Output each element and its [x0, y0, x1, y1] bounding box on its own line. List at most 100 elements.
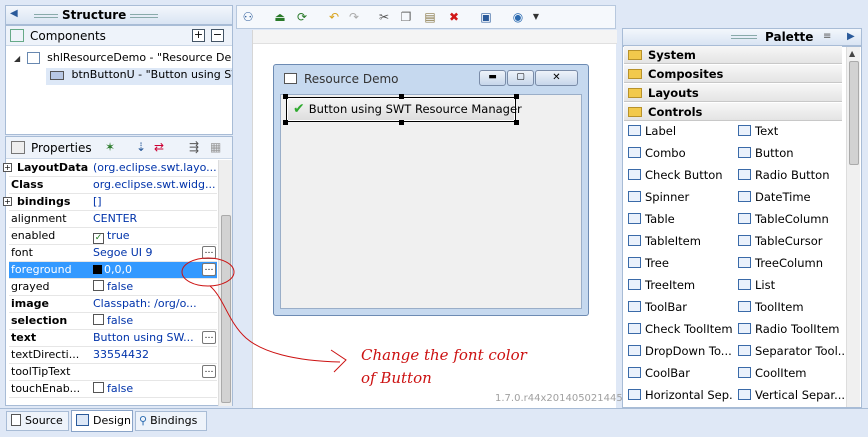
scroll-thumb[interactable]: [849, 61, 859, 165]
widget-icon: [628, 279, 641, 290]
grip-icon: [731, 35, 757, 39]
palette-item-label: TableColumn: [755, 212, 829, 226]
palette-item[interactable]: Check ToolItem: [628, 318, 734, 340]
palette-item[interactable]: TreeItem: [628, 274, 734, 296]
widget-icon: [738, 279, 751, 290]
palette-scrollbar[interactable]: ▲: [846, 47, 860, 407]
palette-item[interactable]: Horizontal Sep...: [628, 384, 734, 406]
palette-item-label: TableItem: [645, 234, 701, 248]
palette-item[interactable]: ToolItem: [738, 296, 844, 318]
tab-label: Design: [93, 414, 131, 427]
palette-item-label: Check ToolItem: [645, 322, 733, 336]
annotation-line: of Button: [361, 369, 432, 387]
annotation-line: Change the font color: [361, 346, 527, 364]
palette-item[interactable]: Vertical Separ...: [738, 384, 844, 406]
widget-icon: [738, 389, 751, 400]
collapse-right-icon[interactable]: ▶: [847, 31, 855, 42]
palette-item-label: DropDown To...: [645, 344, 732, 358]
palette-item[interactable]: TableColumn: [738, 208, 844, 230]
palette-item-label: TreeColumn: [755, 256, 824, 270]
widget-icon: [738, 301, 751, 312]
source-icon: [11, 414, 21, 426]
widget-icon: [628, 213, 641, 224]
category-label: Composites: [648, 67, 724, 81]
palette-item[interactable]: DateTime: [738, 186, 844, 208]
palette-item[interactable]: Check Button: [628, 164, 734, 186]
widget-icon: [738, 323, 751, 334]
widget-icon: [628, 389, 641, 400]
palette-item-label: TableCursor: [755, 234, 823, 248]
palette-item-label: Spinner: [645, 190, 690, 204]
palette-item-label: Combo: [645, 146, 686, 160]
palette-item-label: List: [755, 278, 776, 292]
palette-title: Palette: [765, 30, 814, 44]
widget-icon: [628, 191, 641, 202]
widget-icon: [628, 125, 641, 136]
widget-icon: [628, 169, 641, 180]
palette-item[interactable]: TableCursor: [738, 230, 844, 252]
palette-item-label: CoolItem: [755, 366, 807, 380]
folder-icon: [628, 50, 642, 60]
widget-icon: [738, 191, 751, 202]
design-icon: [76, 414, 89, 426]
folder-icon: [628, 107, 642, 117]
palette-item-label: TreeItem: [645, 278, 696, 292]
widget-icon: [628, 235, 641, 246]
widget-icon: [628, 345, 641, 356]
widget-icon: [628, 257, 641, 268]
widget-icon: [628, 367, 641, 378]
tab-source[interactable]: Source: [6, 411, 69, 431]
palette-menu-icon[interactable]: ≡: [823, 31, 831, 42]
palette-item[interactable]: DropDown To...: [628, 340, 734, 362]
palette-category-system[interactable]: System: [624, 46, 842, 64]
widget-icon: [738, 345, 751, 356]
palette-item[interactable]: TreeColumn: [738, 252, 844, 274]
palette-item-label: Text: [755, 124, 779, 138]
widget-icon: [738, 257, 751, 268]
palette-item[interactable]: Label: [628, 120, 734, 142]
callout-arrow: [209, 285, 341, 363]
palette-item[interactable]: Table: [628, 208, 734, 230]
palette-item[interactable]: Spinner: [628, 186, 734, 208]
widget-icon: [738, 147, 751, 158]
tab-design[interactable]: Design: [71, 410, 133, 432]
palette-item[interactable]: Button: [738, 142, 844, 164]
palette-item-label: Table: [645, 212, 675, 226]
palette-category-controls[interactable]: Controls: [624, 103, 842, 121]
palette-item[interactable]: Combo: [628, 142, 734, 164]
widget-icon: [738, 125, 751, 136]
palette-item-label: DateTime: [755, 190, 811, 204]
palette-item[interactable]: Separator Tool...: [738, 340, 844, 362]
palette-item[interactable]: Text: [738, 120, 844, 142]
scroll-up-icon[interactable]: ▲: [849, 49, 855, 58]
category-label: System: [648, 48, 696, 62]
palette-item-label: Vertical Separ...: [755, 388, 844, 402]
palette-item[interactable]: CoolBar: [628, 362, 734, 384]
palette-item-label: Horizontal Sep...: [645, 388, 734, 402]
annotation-text: Change the font color of Button: [361, 344, 527, 390]
folder-icon: [628, 88, 642, 98]
palette-item[interactable]: TableItem: [628, 230, 734, 252]
tab-bindings[interactable]: ⚲ Bindings: [135, 411, 207, 431]
palette-category-composites[interactable]: Composites: [624, 65, 842, 83]
palette-item[interactable]: Radio ToolItem: [738, 318, 844, 340]
widget-icon: [738, 235, 751, 246]
palette-item[interactable]: Radio Button: [738, 164, 844, 186]
widget-icon: [628, 323, 641, 334]
palette-item[interactable]: ToolBar: [628, 296, 734, 318]
bindings-icon: ⚲: [139, 414, 148, 427]
palette-category-layouts[interactable]: Layouts: [624, 84, 842, 102]
tab-label: Source: [25, 414, 63, 427]
widget-icon: [738, 367, 751, 378]
widget-icon: [628, 301, 641, 312]
palette-item[interactable]: Tree: [628, 252, 734, 274]
palette-item[interactable]: CoolItem: [738, 362, 844, 384]
palette-item-label: CoolBar: [645, 366, 690, 380]
palette-item[interactable]: List: [738, 274, 844, 296]
palette-item-label: Tree: [645, 256, 669, 270]
palette-item-label: Separator Tool...: [755, 344, 844, 358]
palette-item-label: ToolItem: [755, 300, 804, 314]
widget-icon: [738, 213, 751, 224]
palette-item-label: Button: [755, 146, 794, 160]
palette-item-label: Radio Button: [755, 168, 830, 182]
